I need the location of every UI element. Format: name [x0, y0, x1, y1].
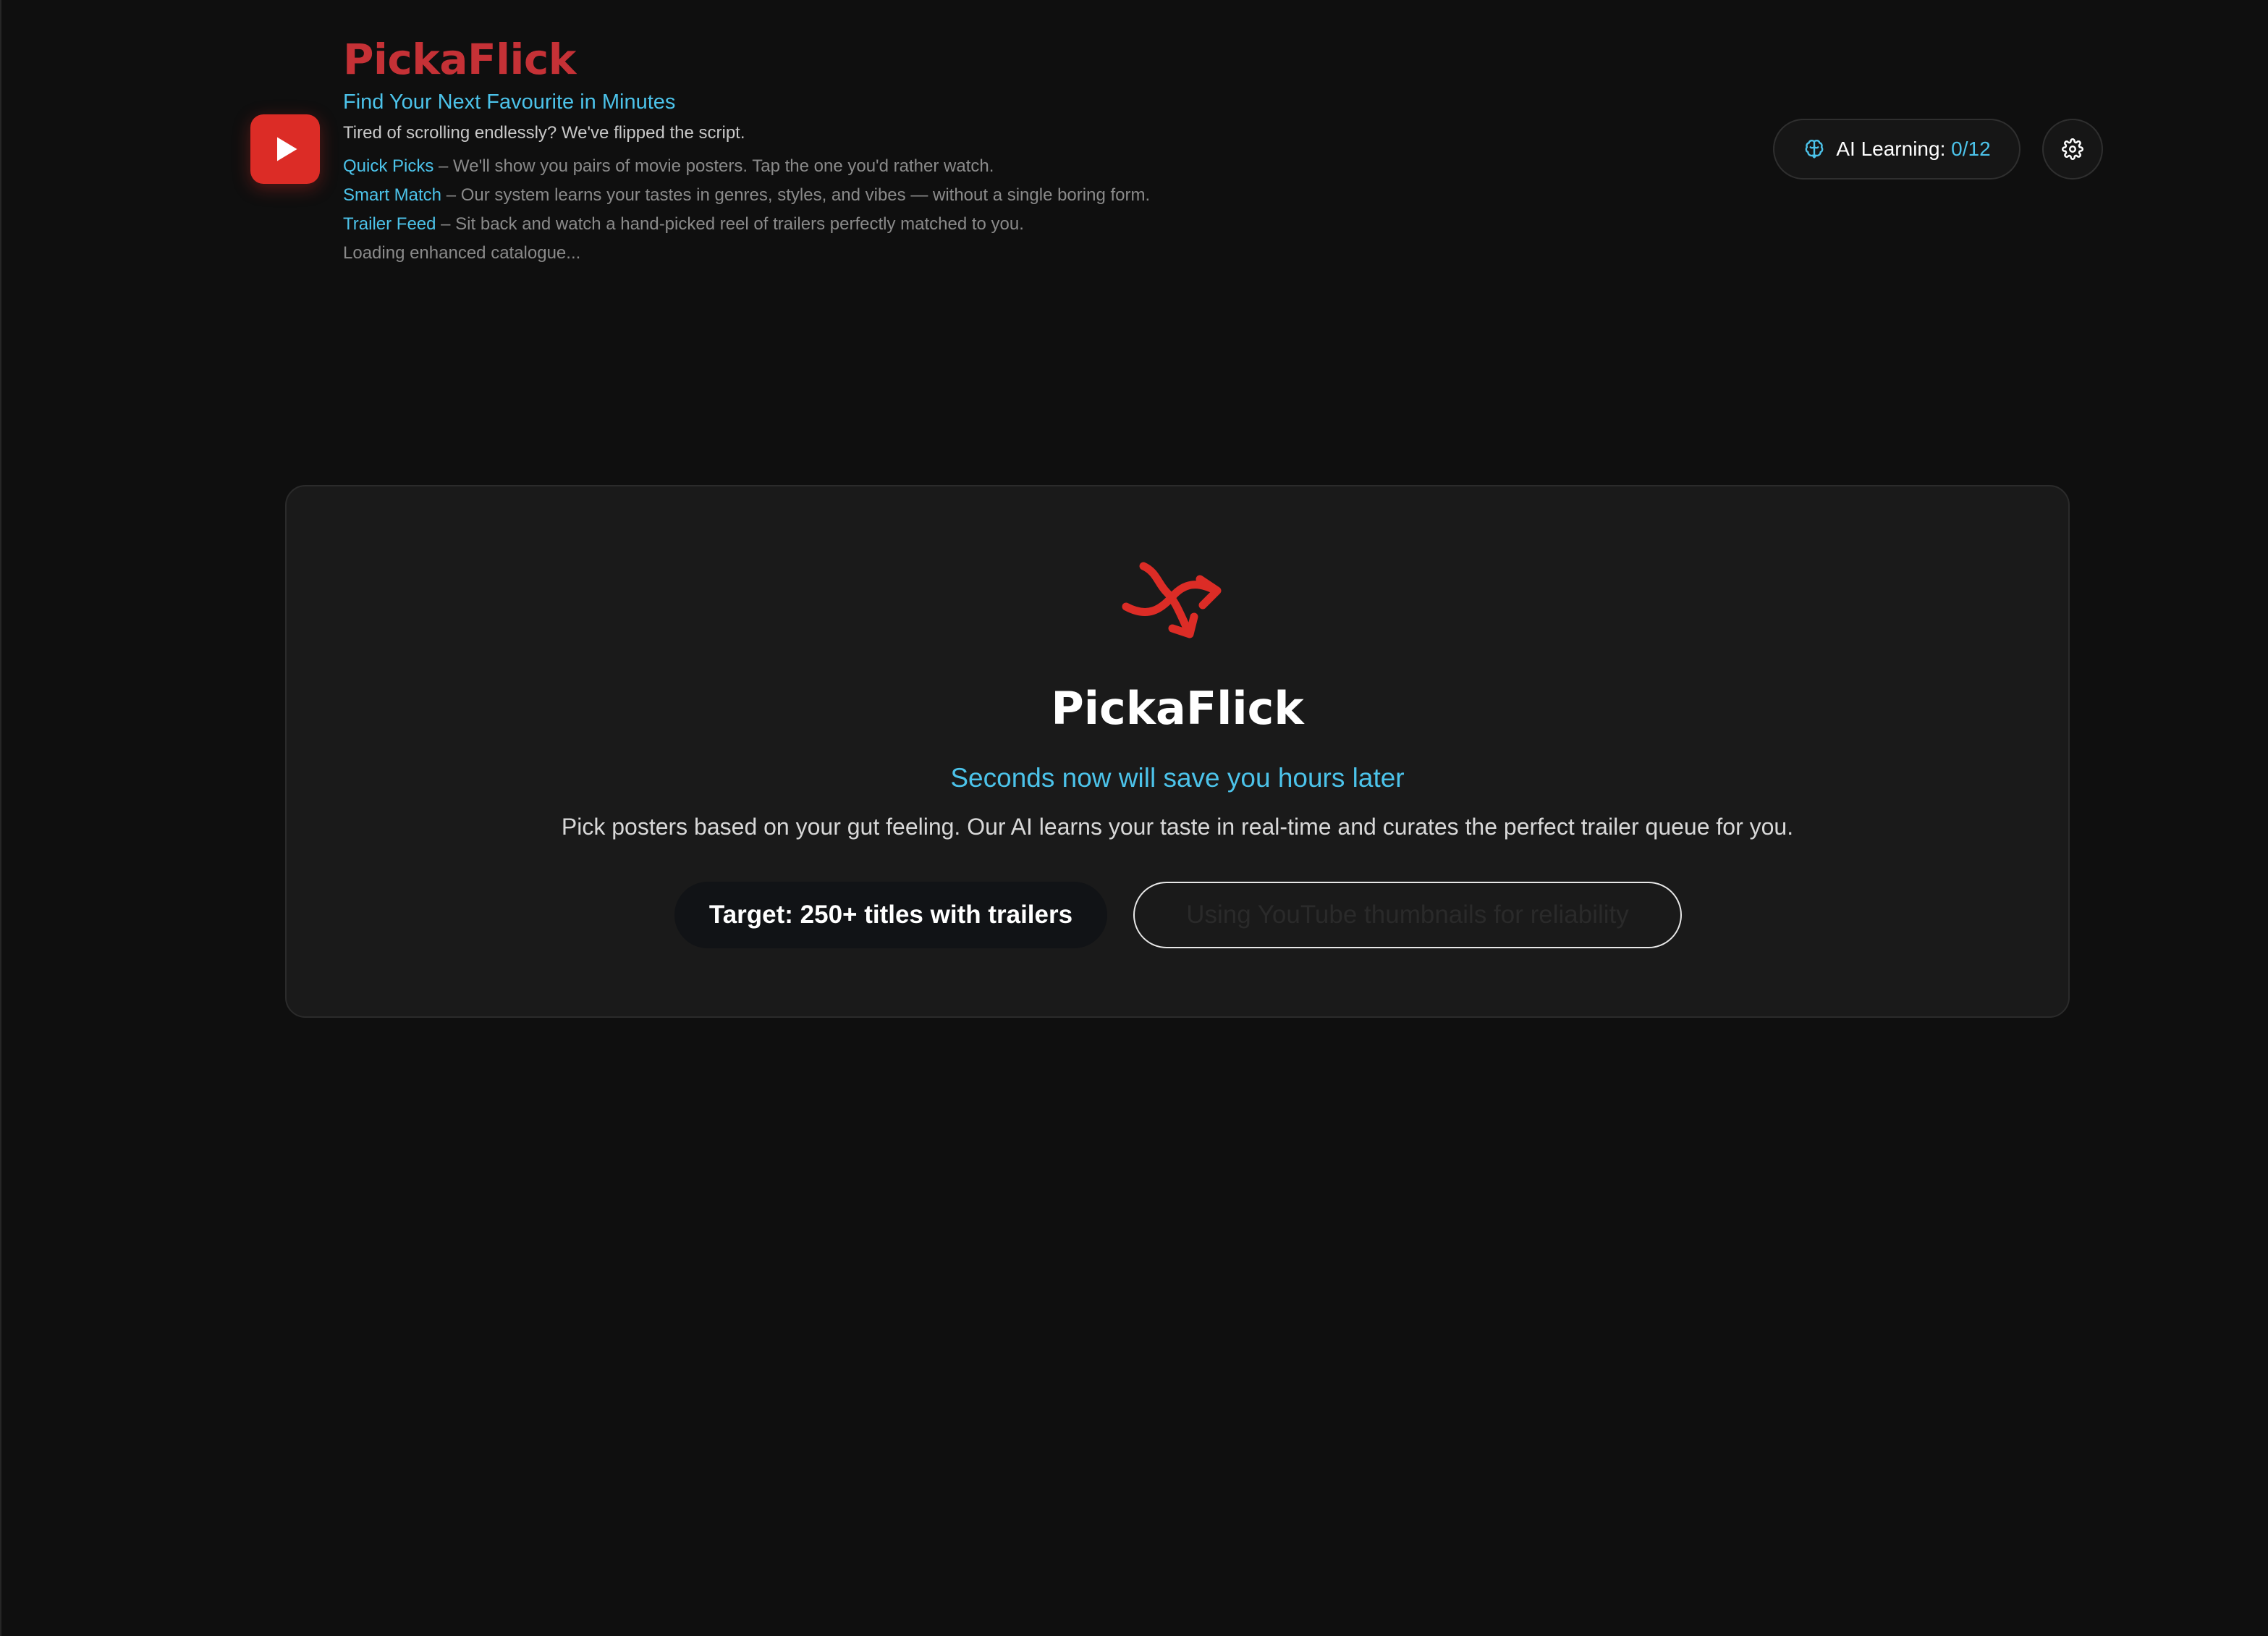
gear-icon [2062, 138, 2083, 160]
card-title: PickaFlick [1051, 682, 1304, 735]
intro-card: PickaFlick Seconds now will save you hou… [285, 485, 2070, 1018]
feature-name: Quick Picks [343, 156, 434, 176]
brand-tagline: Find Your Next Favourite in Minutes [343, 90, 676, 114]
feature-item: Smart Match – Our system learns your tas… [343, 181, 1150, 210]
feature-item: Trailer Feed – Sit back and watch a hand… [343, 210, 1150, 239]
play-icon [277, 137, 297, 161]
ai-learning-count: 0/12 [1951, 138, 1991, 160]
card-subtitle: Seconds now will save you hours later [950, 763, 1405, 793]
card-description: Pick posters based on your gut feeling. … [561, 814, 1794, 840]
feature-item: Quick Picks – We'll show you pairs of mo… [343, 152, 1150, 181]
feature-name: Trailer Feed [343, 214, 436, 234]
ai-learning-text: AI Learning: 0/12 [1836, 138, 1990, 161]
feature-desc: – Our system learns your tastes in genre… [441, 185, 1151, 205]
brand-intro: Tired of scrolling endlessly? We've flip… [343, 123, 745, 143]
ai-learning-label: AI Learning: [1836, 138, 1952, 160]
feature-name: Smart Match [343, 185, 442, 205]
settings-button[interactable] [2042, 119, 2103, 180]
shuffle-icon [1122, 562, 1222, 638]
brand-title: PickaFlick [343, 35, 576, 84]
feature-desc: – Sit back and watch a hand-picked reel … [436, 214, 1024, 234]
logo-play-button[interactable] [250, 114, 320, 184]
header-text: PickaFlick Find Your Next Favourite in M… [343, 32, 1150, 268]
thumbnail-source-badge: Using YouTube thumbnails for reliability [1133, 882, 1682, 948]
window-edge [0, 0, 1, 1636]
target-titles-badge: Target: 250+ titles with trailers [674, 882, 1107, 948]
ai-learning-badge[interactable]: AI Learning: 0/12 [1773, 119, 2021, 180]
feature-list: Quick Picks – We'll show you pairs of mo… [343, 152, 1150, 239]
loading-status: Loading enhanced catalogue... [343, 243, 581, 263]
feature-desc: – We'll show you pairs of movie posters.… [433, 156, 994, 176]
brain-icon [1806, 140, 1824, 159]
